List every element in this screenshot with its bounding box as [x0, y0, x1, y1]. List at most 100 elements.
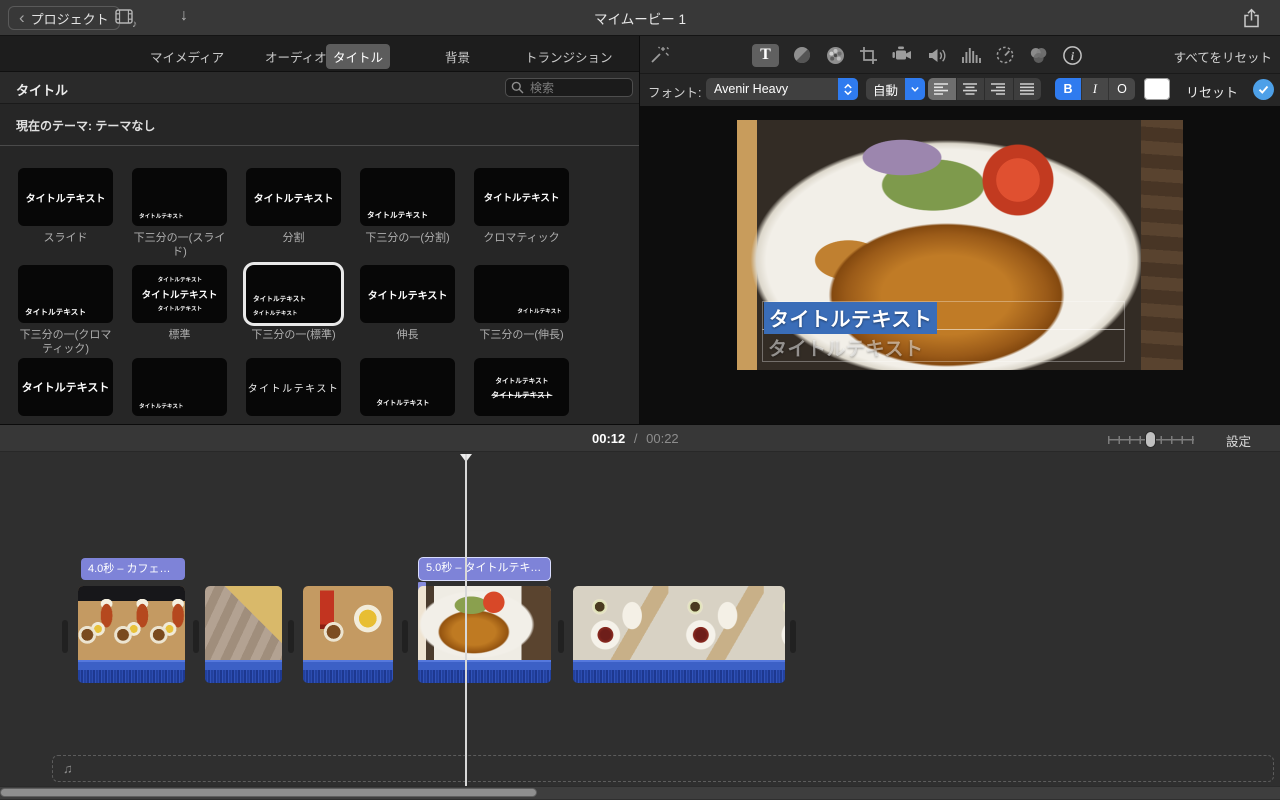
template-sample-text: タイトルテキスト — [248, 380, 340, 395]
stabilization-camera-icon[interactable] — [891, 45, 914, 65]
text-color-swatch[interactable] — [1144, 78, 1170, 100]
color-correction-icon[interactable] — [825, 45, 846, 66]
media-browser-icon[interactable]: ♪ — [115, 9, 140, 28]
template-sample-text: タイトルテキスト — [157, 304, 201, 312]
template-sample-text: タイトルテキスト — [26, 190, 106, 205]
noise-equalizer-icon[interactable] — [961, 47, 982, 64]
font-family-select[interactable]: Avenir Heavy — [706, 78, 858, 100]
clip-edge-handle[interactable] — [193, 620, 199, 653]
template-thumbnail: タイトルテキスト — [132, 168, 227, 226]
title-template-standard[interactable]: タイトルテキスト タイトルテキスト タイトルテキスト 標準 — [132, 265, 227, 342]
template-thumbnail: タイトルテキスト — [18, 358, 113, 416]
video-clip[interactable] — [303, 586, 393, 683]
horizontal-scrollbar-track[interactable] — [0, 786, 1280, 799]
template-label: 分割 — [246, 231, 341, 245]
clip-edge-handle[interactable] — [288, 620, 294, 653]
download-arrow-icon[interactable]: ↓ — [180, 7, 188, 25]
template-sample-text: タイトルテキスト — [25, 306, 86, 317]
template-sample-text: タイトルテキスト — [518, 307, 562, 315]
playhead-time-display: 00:12 / 00:22 — [592, 431, 679, 446]
title-clip-bar[interactable]: 4.0秒 – カフェラン… — [81, 558, 185, 580]
video-preview-frame[interactable]: タイトルテキスト タイトルテキスト — [737, 120, 1183, 370]
reset-button[interactable]: リセット — [1186, 82, 1238, 101]
reset-all-button[interactable]: すべてをリセット — [1174, 47, 1272, 66]
playhead-line[interactable] — [465, 454, 467, 794]
clip-edge-handle[interactable] — [790, 620, 796, 653]
title-template-row3-3[interactable]: タイトルテキスト — [246, 358, 341, 416]
viewer: タイトルテキスト タイトルテキスト — [640, 106, 1280, 424]
titles-header-label: タイトル — [16, 80, 68, 99]
title-template-lower-third-split[interactable]: タイトルテキスト 下三分の一(分割) — [360, 168, 455, 245]
align-center-button[interactable] — [957, 78, 986, 100]
title-template-expand[interactable]: タイトルテキスト 伸長 — [360, 265, 455, 342]
video-clip[interactable] — [418, 586, 551, 683]
tab-audio[interactable]: オーディオ — [258, 44, 334, 69]
info-icon[interactable]: i — [1062, 45, 1083, 66]
title-template-slide[interactable]: タイトルテキスト スライド — [18, 168, 113, 245]
font-size-value: 自動 — [866, 80, 905, 99]
title-template-row3-1[interactable]: タイトルテキスト — [18, 358, 113, 416]
clip-thumbnail — [573, 586, 785, 660]
zoom-slider-thumb[interactable] — [1145, 431, 1156, 448]
tab-titles[interactable]: タイトル — [326, 44, 390, 69]
bold-button[interactable]: B — [1055, 78, 1082, 100]
video-clip[interactable] — [573, 586, 785, 683]
tab-my-media[interactable]: マイメディア — [143, 44, 231, 69]
title-template-row3-4[interactable]: タイトルテキスト — [360, 358, 455, 416]
outline-button[interactable]: O — [1109, 78, 1135, 100]
audio-waveform — [205, 660, 282, 683]
clip-edge-handle[interactable] — [558, 620, 564, 653]
tab-backgrounds[interactable]: 背景 — [438, 44, 477, 69]
crop-icon[interactable] — [859, 46, 878, 65]
title-template-row3-5[interactable]: タイトルテキスト タイトルテキスト — [474, 358, 569, 416]
font-size-select[interactable]: 自動 — [866, 78, 925, 100]
apply-checkmark-button[interactable] — [1253, 79, 1274, 100]
font-family-value: Avenir Heavy — [706, 82, 788, 96]
title-template-lower-third-chromatic[interactable]: タイトルテキスト 下三分の一(クロマティック) — [18, 265, 113, 357]
font-label: フォント: — [648, 82, 701, 101]
align-justify-button[interactable] — [1014, 78, 1042, 100]
clip-edge-handle[interactable] — [62, 620, 68, 653]
viewer-inspector-panel: T — [640, 36, 1280, 424]
title-template-lower-third-standard[interactable]: タイトルテキスト タイトルテキスト 下三分の一(標準) — [246, 265, 341, 342]
title-template-lower-third-expand[interactable]: タイトルテキスト 下三分の一(伸長) — [474, 265, 569, 342]
color-filters-icon[interactable] — [1028, 46, 1049, 65]
title-template-split[interactable]: タイトルテキスト 分割 — [246, 168, 341, 245]
timeline-settings-button[interactable]: 設定 — [1226, 431, 1251, 450]
timeline-zoom-slider[interactable] — [1108, 433, 1194, 446]
content-browser-panel: マイメディア オーディオ タイトル 背景 トランジション タイトル 現在のテーマ… — [0, 36, 640, 424]
back-to-projects-button[interactable]: ‹ プロジェクト — [8, 6, 120, 30]
align-right-button[interactable] — [985, 78, 1014, 100]
horizontal-scrollbar-thumb[interactable] — [0, 788, 537, 797]
share-icon[interactable] — [1243, 8, 1260, 28]
clip-edge-handle[interactable] — [402, 620, 408, 653]
title-clip-bar-selected[interactable]: 5.0秒 – タイトルテキスト — [418, 557, 551, 581]
overlay-subtitle-text[interactable]: タイトルテキスト — [768, 334, 923, 361]
align-left-button[interactable] — [928, 78, 957, 100]
speed-icon[interactable] — [995, 45, 1015, 65]
italic-button[interactable]: I — [1082, 78, 1109, 100]
background-music-well[interactable]: ♫ — [52, 755, 1274, 782]
video-clip[interactable] — [78, 586, 185, 683]
video-clip[interactable] — [205, 586, 282, 683]
title-template-chromatic[interactable]: タイトルテキスト クロマティック — [474, 168, 569, 245]
font-controls-row: フォント: Avenir Heavy 自動 — [640, 74, 1280, 106]
back-button-label: プロジェクト — [31, 9, 109, 28]
imovie-window: ‹ プロジェクト ♪ ↓ マイムービー 1 マイメディア オーディオ タイトル … — [0, 0, 1280, 800]
tab-transitions[interactable]: トランジション — [518, 44, 620, 69]
template-label: 下三分の一(スライド) — [132, 231, 227, 260]
color-balance-icon[interactable] — [792, 45, 812, 65]
title-template-row3-2[interactable]: タイトルテキスト — [132, 358, 227, 416]
title-template-lower-third-slide[interactable]: タイトルテキスト 下三分の一(スライド) — [132, 168, 227, 260]
music-note-icon: ♫ — [63, 761, 73, 776]
chevron-left-icon: ‹ — [19, 9, 25, 26]
timeline[interactable]: 4.0秒 – カフェラン… 5.0秒 – タイトルテキスト — [0, 452, 1280, 800]
titles-settings-icon[interactable]: T — [752, 44, 779, 67]
volume-icon[interactable] — [927, 47, 948, 64]
template-label: 下三分の一(伸長) — [474, 328, 569, 342]
overlay-title-text[interactable]: タイトルテキスト — [764, 302, 937, 334]
search-input[interactable] — [505, 78, 633, 97]
audio-waveform — [418, 660, 551, 683]
enhance-magic-wand-icon[interactable] — [648, 44, 670, 66]
template-thumbnail: タイトルテキスト — [132, 358, 227, 416]
